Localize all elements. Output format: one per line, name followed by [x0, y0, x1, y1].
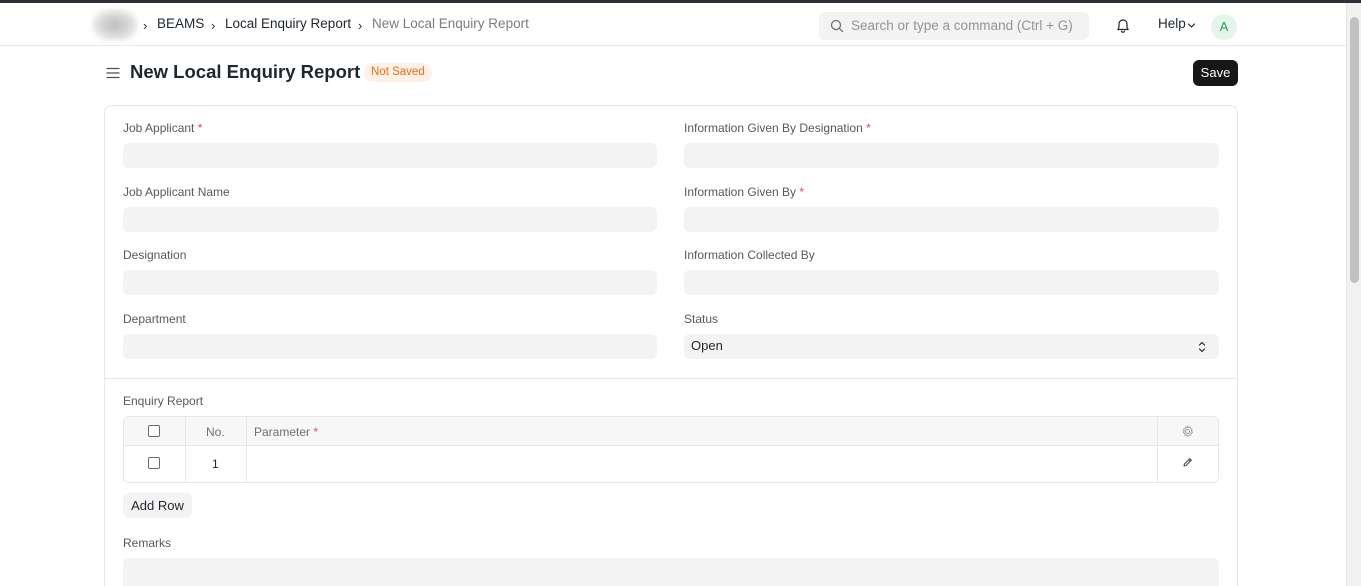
chevron-right-icon: › — [211, 18, 216, 33]
department-label: Department — [123, 312, 186, 326]
status-label: Status — [684, 312, 719, 326]
row-checkbox[interactable] — [148, 457, 160, 469]
chevron-right-icon: › — [358, 18, 363, 33]
sidebar-toggle-icon[interactable] — [106, 66, 120, 80]
status-select[interactable]: Open — [684, 334, 1219, 359]
info-collected-by-label: Information Collected By — [684, 248, 815, 262]
save-button[interactable]: Save — [1193, 60, 1238, 86]
search-icon — [830, 19, 844, 33]
job-applicant-name-field[interactable] — [123, 207, 657, 232]
breadcrumb-beams[interactable]: BEAMS — [157, 16, 204, 31]
info-given-by-designation-label-text: Information Given By Designation — [684, 121, 863, 135]
column-header-parameter: Parameter * — [254, 425, 318, 439]
enquiry-report-label: Enquiry Report — [123, 394, 204, 408]
add-row-button[interactable]: Add Row — [123, 493, 192, 518]
edit-pencil-icon[interactable] — [1182, 457, 1193, 468]
breadcrumb-current[interactable]: New Local Enquiry Report — [372, 16, 529, 31]
remarks-label: Remarks — [123, 536, 172, 550]
job-applicant-field[interactable] — [123, 143, 657, 168]
page-title: New Local Enquiry Report — [130, 61, 361, 82]
designation-label: Designation — [123, 248, 187, 262]
column-header-no: No. — [206, 425, 225, 439]
info-given-by-designation-label: Information Given By Designation * — [684, 121, 871, 135]
select-arrows-icon — [1198, 341, 1206, 353]
search-bar[interactable]: Search or type a command (Ctrl + G) — [819, 12, 1089, 40]
job-applicant-name-label: Job Applicant Name — [123, 185, 230, 199]
info-given-by-field[interactable] — [684, 207, 1219, 232]
search-input[interactable]: Search or type a command (Ctrl + G) — [851, 18, 1073, 33]
notification-bell-icon[interactable] — [1115, 18, 1131, 34]
enquiry-report-table: No. Parameter * 1 — [123, 416, 1219, 483]
job-applicant-label: Job Applicant * — [123, 121, 202, 135]
status-select-value: Open — [691, 338, 723, 353]
info-collected-by-field[interactable] — [684, 270, 1219, 295]
section-divider — [104, 378, 1238, 379]
avatar[interactable]: A — [1211, 14, 1237, 40]
navbar: › BEAMS › Local Enquiry Report › New Loc… — [0, 3, 1346, 46]
scrollbar-thumb[interactable] — [1350, 17, 1359, 283]
chevron-right-icon: › — [143, 18, 148, 33]
column-header-parameter-text: Parameter — [254, 425, 311, 439]
required-indicator: * — [197, 121, 203, 135]
scrollbar[interactable] — [1346, 3, 1361, 586]
column-divider — [246, 417, 247, 482]
remarks-textarea[interactable] — [123, 558, 1219, 586]
info-given-by-label: Information Given By * — [684, 185, 804, 199]
chevron-down-icon — [1187, 23, 1196, 28]
breadcrumb-local-enquiry-report[interactable]: Local Enquiry Report — [225, 16, 351, 31]
column-divider — [185, 417, 186, 482]
department-field[interactable] — [123, 334, 657, 359]
designation-field[interactable] — [123, 270, 657, 295]
select-all-checkbox[interactable] — [148, 425, 160, 437]
required-indicator: * — [799, 185, 805, 199]
info-given-by-label-text: Information Given By — [684, 185, 797, 199]
column-divider — [1157, 417, 1158, 482]
row-number: 1 — [212, 457, 219, 471]
settings-gear-icon[interactable] — [1181, 425, 1194, 438]
info-given-by-designation-field[interactable] — [684, 143, 1219, 168]
app-logo[interactable] — [92, 9, 138, 41]
required-indicator: * — [866, 121, 871, 135]
help-menu[interactable]: Help — [1158, 16, 1186, 31]
required-indicator: * — [313, 425, 319, 439]
status-badge: Not Saved — [364, 63, 432, 82]
job-applicant-label-text: Job Applicant — [123, 121, 195, 135]
